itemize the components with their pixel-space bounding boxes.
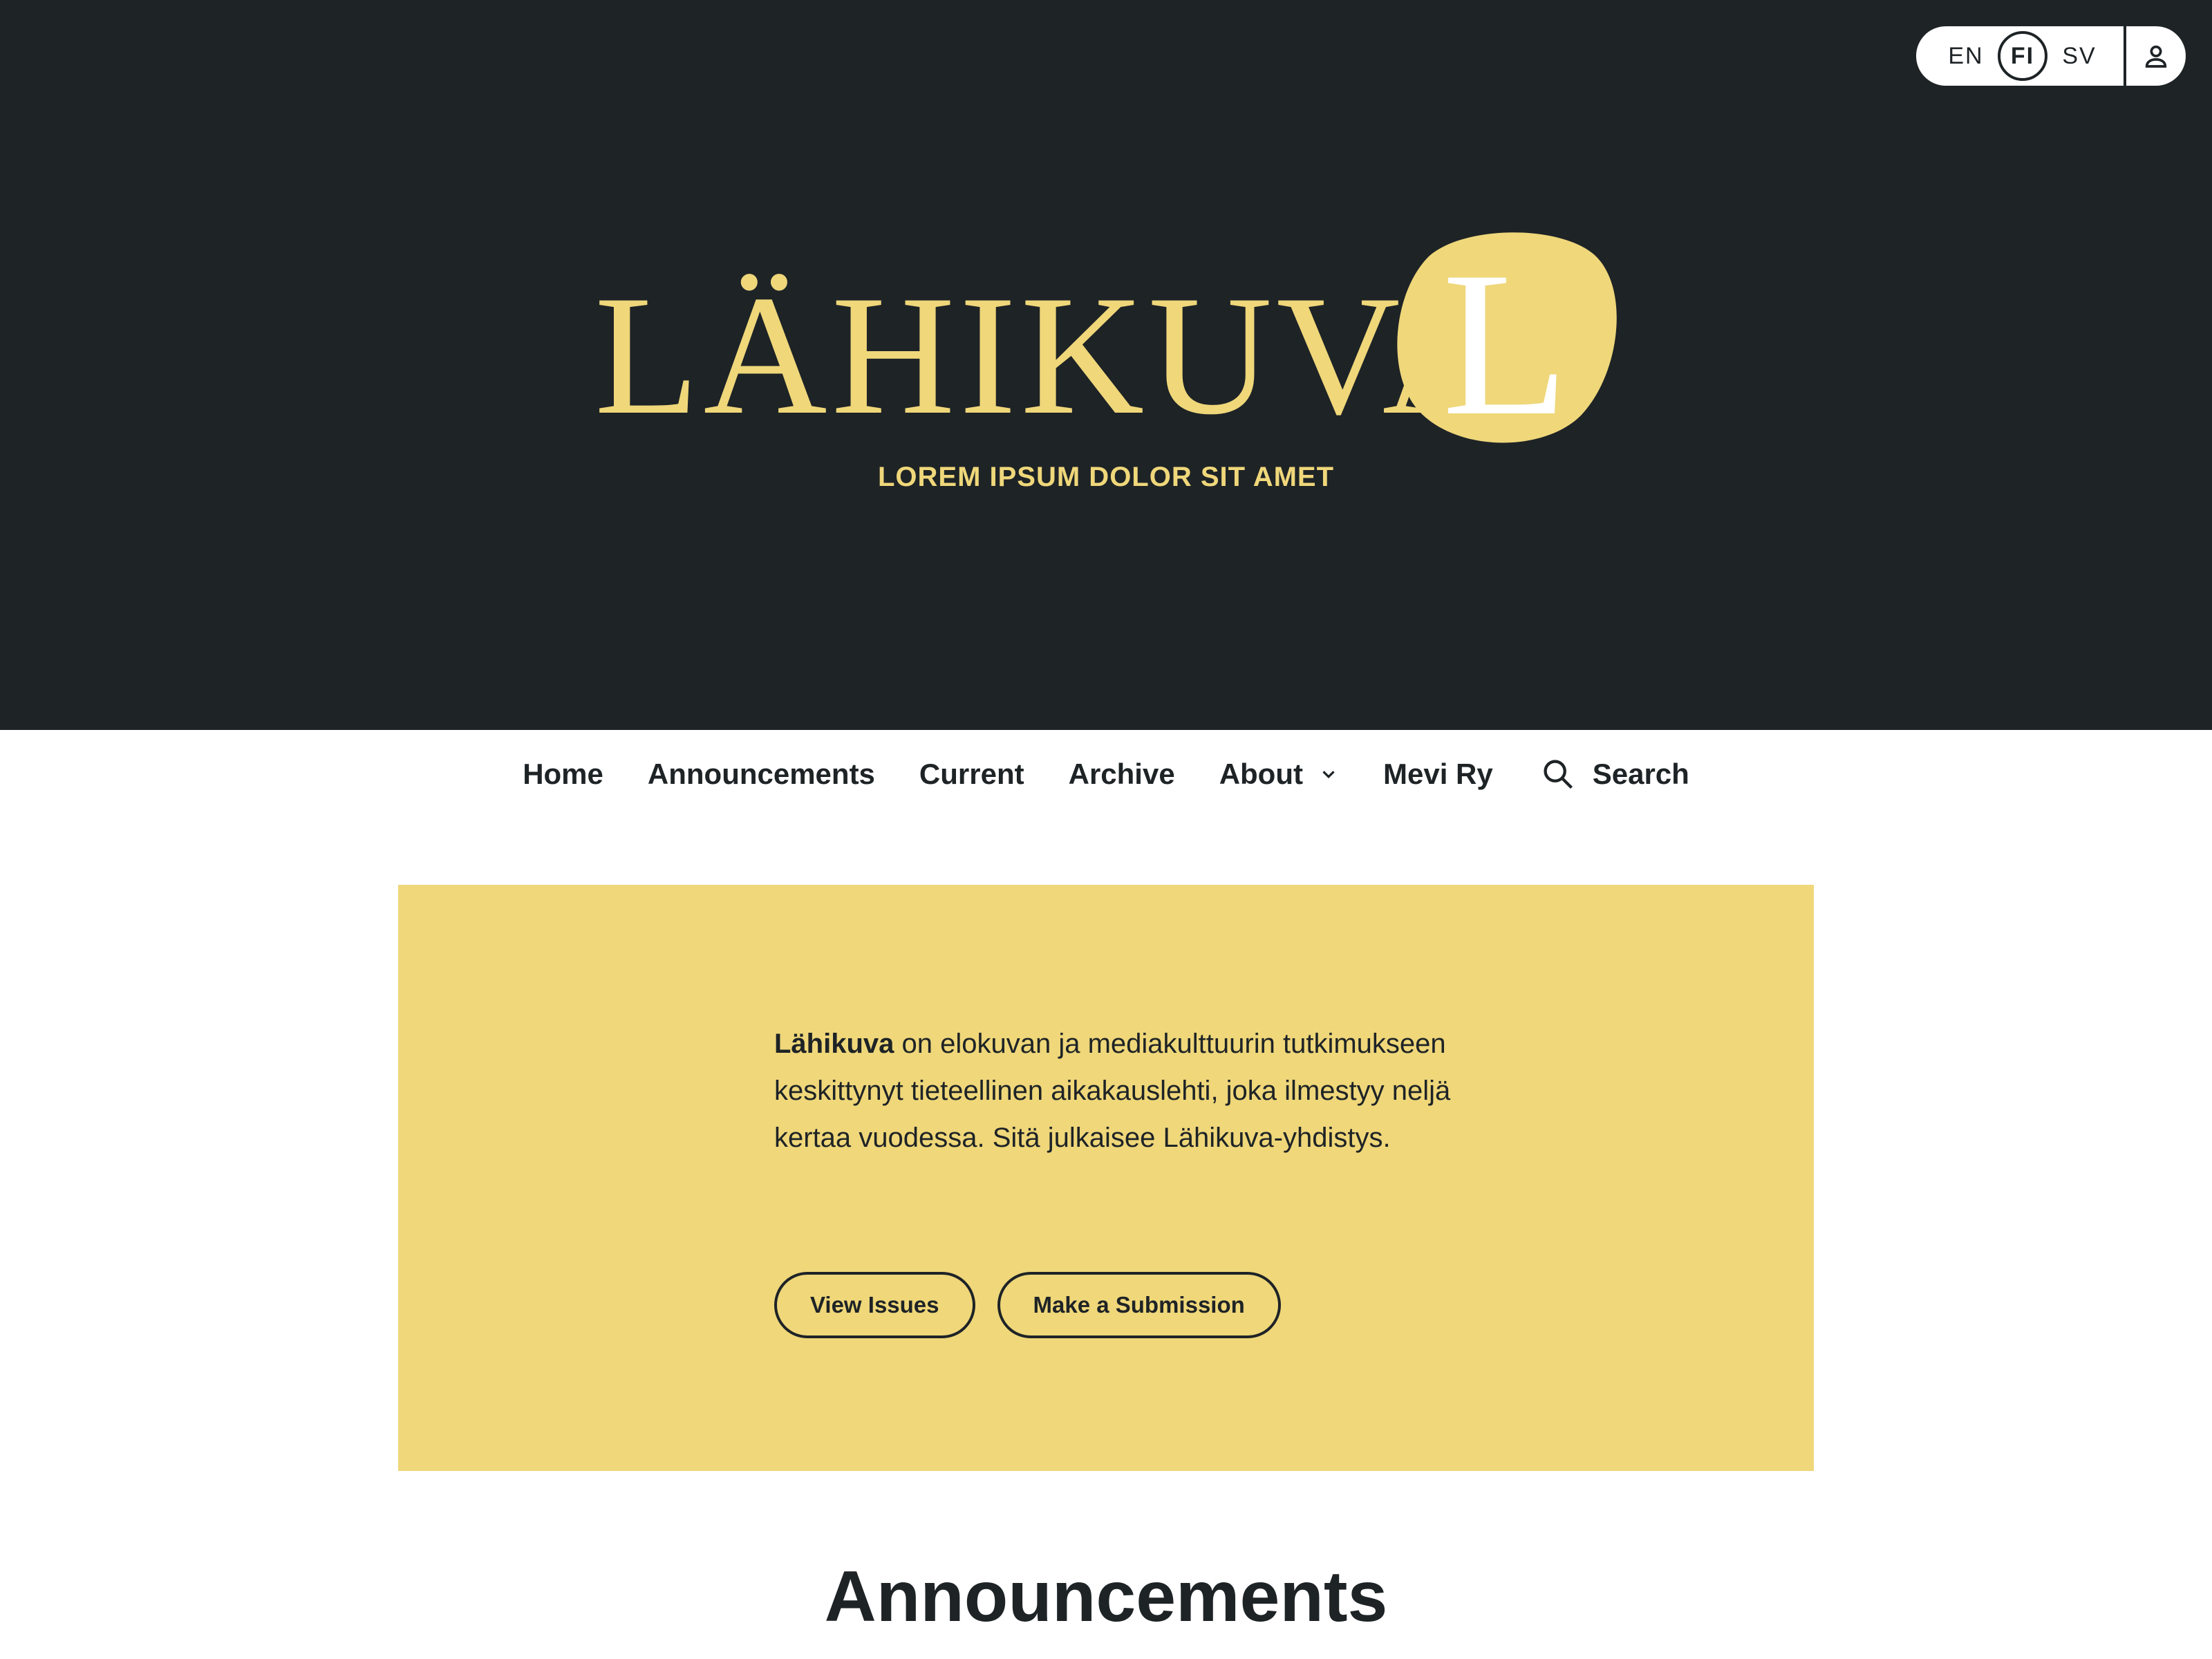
nav-mevi-ry-label: Mevi Ry xyxy=(1382,758,1493,790)
language-sv-link[interactable]: SV xyxy=(2054,31,2104,81)
hero-panel: Lähikuva on elokuvan ja mediakulttuurin … xyxy=(398,885,1814,1471)
nav-search[interactable]: Search xyxy=(1540,756,1689,792)
hero-description: Lähikuva on elokuvan ja mediakulttuurin … xyxy=(774,1020,1452,1161)
nav-about-dropdown[interactable]: About xyxy=(1219,758,1339,791)
nav-announcements-label: Announcements xyxy=(647,758,875,790)
nav-search-label: Search xyxy=(1592,758,1689,790)
make-submission-button[interactable]: Make a Submission xyxy=(997,1272,1281,1338)
nav-archive-label: Archive xyxy=(1068,758,1175,790)
nav-home-label: Home xyxy=(523,758,603,790)
nav-current-label: Current xyxy=(919,758,1024,790)
logo-mark-letter: L xyxy=(1442,229,1568,447)
view-issues-button[interactable]: View Issues xyxy=(774,1272,975,1338)
logo-wordmark: LÄHIKUVA xyxy=(594,260,1510,450)
nav-current[interactable]: Current xyxy=(919,758,1024,791)
logo-mark-icon: L xyxy=(1397,229,1617,447)
main-navigation: Home Announcements Current Archive About… xyxy=(0,730,2212,818)
nav-home[interactable]: Home xyxy=(523,758,603,791)
nav-list: Home Announcements Current Archive About… xyxy=(500,756,1712,792)
nav-about-label: About xyxy=(1219,758,1303,790)
nav-archive[interactable]: Archive xyxy=(1069,758,1175,791)
nav-mevi-ry[interactable]: Mevi Ry xyxy=(1383,758,1493,791)
hero-buttons: View Issues Make a Submission xyxy=(774,1272,1303,1338)
site-tagline: LOREM IPSUM DOLOR SIT AMET xyxy=(877,462,1335,492)
user-account-button[interactable] xyxy=(2126,26,2186,86)
language-en-link[interactable]: EN xyxy=(1941,31,1991,81)
hero-journal-name: Lähikuva xyxy=(774,1029,894,1059)
chevron-down-icon xyxy=(1322,771,1335,779)
search-icon xyxy=(1544,760,1573,789)
language-fi-link[interactable]: FI xyxy=(1998,31,2047,81)
user-icon xyxy=(2145,45,2167,68)
nav-announcements[interactable]: Announcements xyxy=(648,758,875,791)
language-list: EN FI SV xyxy=(1916,26,2124,86)
site-header: EN FI SV LÄHIKUVA L LOREM IPSUM DOLOR SI… xyxy=(0,0,2212,730)
announcements-heading: Announcements xyxy=(824,1557,1388,1637)
site-logo[interactable]: LÄHIKUVA L xyxy=(594,228,1618,449)
language-switcher: EN FI SV xyxy=(1913,24,2188,88)
